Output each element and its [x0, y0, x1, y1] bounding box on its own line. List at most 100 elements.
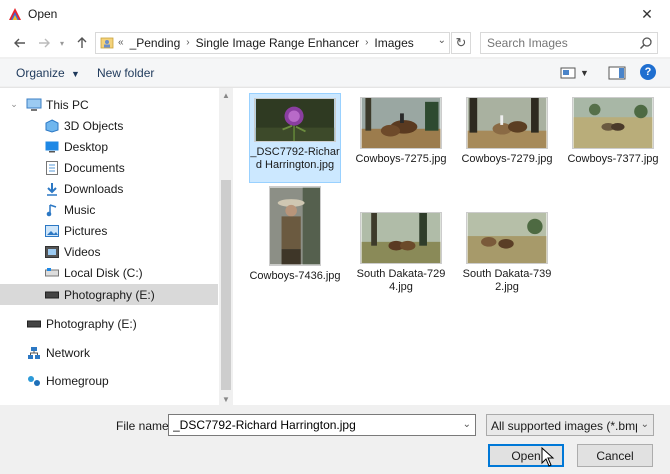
scroll-down-icon[interactable]: ▼ — [219, 392, 233, 406]
up-button[interactable] — [72, 33, 92, 53]
preview-pane-icon[interactable] — [608, 65, 626, 81]
file-name: South Dakata-7294.jpg — [356, 268, 446, 293]
sidebar-item-pictures[interactable]: Pictures — [0, 220, 218, 241]
sidebar-item-videos[interactable]: Videos — [0, 241, 218, 262]
file-item[interactable]: _DSC7792-Richard Harrington.jpg — [249, 93, 341, 183]
sidebar-item-music[interactable]: Music — [0, 199, 218, 220]
image-thumbnail — [269, 186, 321, 266]
chevron-down-icon: ▼ — [71, 69, 80, 79]
window-title: Open — [28, 7, 58, 21]
file-name: _DSC7792-Richard Harrington.jpg — [250, 146, 340, 171]
breadcrumb-overflow[interactable]: « — [118, 36, 124, 50]
file-list: _DSC7792-Richard Harrington.jpg Cowboys-… — [233, 88, 670, 406]
file-item[interactable]: Cowboys-7377.jpg — [567, 93, 659, 183]
sidebar-item-label: Local Disk (C:) — [64, 265, 143, 280]
chevron-right-icon: › — [365, 37, 369, 48]
close-button[interactable]: ✕ — [624, 0, 670, 29]
image-thumbnail — [466, 212, 548, 264]
view-icon — [560, 67, 576, 79]
file-item[interactable]: Cowboys-7436.jpg — [249, 186, 341, 300]
file-type-value: All supported images (*.bmp;*. — [491, 419, 637, 433]
sidebar-item-label: Homegroup — [46, 373, 109, 388]
filename-combobox[interactable]: ⌄ — [168, 414, 476, 436]
refresh-icon: ↻ — [455, 35, 467, 50]
computer-icon — [26, 97, 42, 113]
title-bar: Open ✕ — [0, 0, 670, 29]
filename-input[interactable] — [169, 415, 453, 435]
image-thumbnail — [254, 98, 336, 142]
sidebar-item-local-disk[interactable]: Local Disk (C:) — [0, 262, 218, 283]
file-item[interactable]: Cowboys-7275.jpg — [355, 93, 447, 183]
sidebar-item-label: Desktop — [64, 139, 109, 154]
file-name: Cowboys-7275.jpg — [355, 153, 447, 165]
breadcrumb-item[interactable]: Images — [374, 36, 413, 50]
back-button[interactable] — [10, 33, 30, 53]
sidebar-item-homegroup[interactable]: Homegroup — [0, 370, 218, 391]
chevron-down-icon: ▾ — [59, 38, 64, 48]
search-box[interactable] — [480, 32, 658, 54]
breadcrumb-item[interactable]: Single Image Range Enhancer — [196, 36, 359, 50]
file-item[interactable]: South Dakata-7392.jpg — [461, 212, 553, 300]
sidebar-item-this-pc[interactable]: ⌄ This PC — [0, 94, 218, 115]
documents-icon — [44, 160, 60, 176]
homegroup-icon — [26, 373, 42, 389]
new-folder-button[interactable]: New folder — [97, 66, 154, 80]
sidebar-item-photography-e-root[interactable]: Photography (E:) — [0, 313, 218, 334]
sidebar-item-label: Photography (E:) — [64, 287, 155, 302]
scrollbar-thumb[interactable] — [221, 180, 231, 390]
sidebar-item-documents[interactable]: Documents — [0, 157, 218, 178]
command-bar: Organize ▼ New folder ▼ ? — [0, 59, 670, 86]
up-arrow-icon — [77, 37, 87, 48]
sidebar-item-label: Pictures — [64, 223, 108, 238]
sidebar-item-label: 3D Objects — [64, 118, 124, 133]
organize-label: Organize — [16, 66, 65, 80]
sidebar-item-3d-objects[interactable]: 3D Objects — [0, 115, 218, 136]
app-logo-icon — [9, 8, 21, 20]
help-icon: ? — [644, 66, 652, 78]
downloads-icon — [44, 181, 60, 197]
chevron-down-icon[interactable]: ⌄ — [8, 99, 20, 111]
forward-arrow-icon — [39, 38, 50, 48]
scroll-up-icon[interactable]: ▲ — [219, 88, 233, 102]
music-icon — [44, 202, 60, 218]
breadcrumb-item[interactable]: _Pending — [130, 36, 181, 50]
change-view-button[interactable]: ▼ — [560, 65, 596, 81]
sidebar-scrollbar[interactable]: ▲ ▼ — [219, 88, 233, 406]
cancel-button[interactable]: Cancel — [577, 444, 653, 467]
refresh-button[interactable]: ↻ — [451, 32, 471, 54]
file-name: Cowboys-7279.jpg — [461, 153, 553, 165]
file-name: Cowboys-7377.jpg — [567, 153, 659, 165]
file-item[interactable]: Cowboys-7279.jpg — [461, 93, 553, 183]
search-icon — [639, 37, 652, 50]
folder-icon — [100, 37, 114, 49]
sidebar-item-label: Downloads — [64, 181, 124, 196]
sidebar-item-label: Videos — [64, 244, 101, 259]
drive-icon — [26, 316, 42, 332]
organize-button[interactable]: Organize ▼ — [16, 66, 80, 80]
file-item[interactable]: South Dakata-7294.jpg — [355, 212, 447, 300]
sidebar-item-label: Network — [46, 345, 91, 360]
file-type-select[interactable]: All supported images (*.bmp;*. ⌄ — [486, 414, 654, 436]
forward-button[interactable] — [34, 33, 54, 53]
search-input[interactable] — [481, 33, 631, 53]
chevron-down-icon: ▼ — [580, 68, 589, 78]
3d-objects-icon — [44, 118, 60, 134]
network-icon — [26, 345, 42, 361]
address-bar[interactable]: « _Pending › Single Image Range Enhancer… — [95, 32, 450, 54]
sidebar-item-network[interactable]: Network — [0, 342, 218, 363]
sidebar-item-photography-e[interactable]: Photography (E:) — [0, 284, 218, 305]
chevron-down-icon[interactable]: ⌄ — [438, 35, 446, 46]
back-arrow-icon — [14, 38, 25, 48]
sidebar-item-downloads[interactable]: Downloads — [0, 178, 218, 199]
pictures-icon — [44, 223, 60, 239]
image-thumbnail — [466, 97, 548, 149]
filename-label: File name: — [116, 419, 173, 433]
mouse-cursor-icon — [541, 447, 555, 467]
file-name: South Dakata-7392.jpg — [462, 268, 552, 293]
help-button[interactable]: ? — [640, 64, 656, 80]
local-disk-icon — [44, 265, 60, 281]
chevron-down-icon[interactable]: ⌄ — [463, 419, 471, 430]
recent-locations-button[interactable]: ▾ — [56, 33, 68, 53]
sidebar-item-label: This PC — [46, 97, 89, 112]
sidebar-item-desktop[interactable]: Desktop — [0, 136, 218, 157]
